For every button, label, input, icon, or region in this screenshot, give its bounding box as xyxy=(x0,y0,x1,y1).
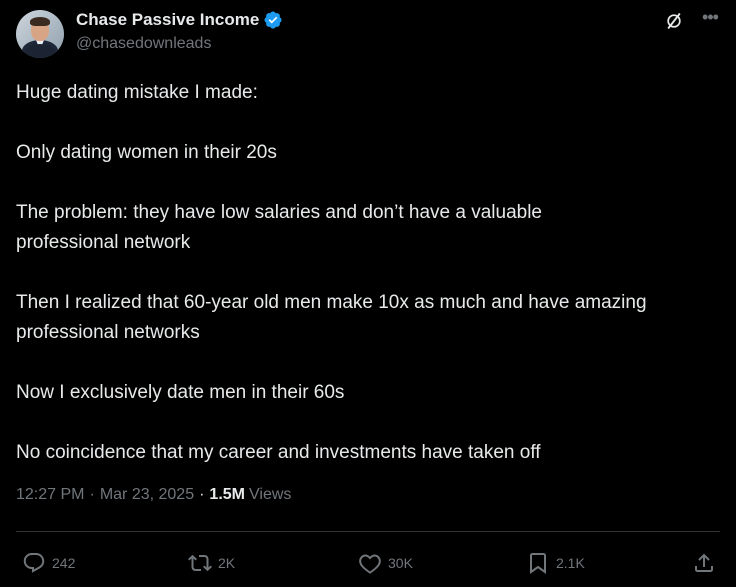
tweet-date[interactable]: Mar 23, 2025 xyxy=(100,486,194,504)
tweet-paragraph: Huge dating mistake I made: xyxy=(16,82,258,103)
separator-dot: · xyxy=(89,486,95,503)
repost-button[interactable]: 2K xyxy=(188,547,235,579)
display-name[interactable]: Chase Passive Income xyxy=(76,10,259,30)
verified-badge-icon xyxy=(264,11,282,29)
share-icon xyxy=(695,553,713,572)
more-icon[interactable]: ••• xyxy=(700,8,720,30)
tweet-paragraph: The problem: they have low salaries and … xyxy=(16,202,542,253)
tweet-paragraph: Only dating women in their 20s xyxy=(16,142,277,163)
tweet-time[interactable]: 12:27 PM xyxy=(16,486,84,504)
like-button[interactable]: 30K xyxy=(358,547,413,579)
bookmark-button[interactable]: 2.1K xyxy=(526,547,585,579)
action-bar: 242 2K 30K 2.1K xyxy=(16,547,720,579)
tweet-text: Huge dating mistake I made: Only dating … xyxy=(16,78,716,468)
tweet-paragraph: Now I exclusively date men in their 60s xyxy=(16,382,345,403)
handle[interactable]: @chasedownleads xyxy=(76,35,283,53)
repost-icon xyxy=(188,554,212,572)
like-icon xyxy=(359,554,381,574)
separator-dot: · xyxy=(199,486,205,503)
bookmark-icon xyxy=(530,553,546,574)
share-button[interactable] xyxy=(692,547,722,579)
grok-icon[interactable] xyxy=(664,11,684,31)
views-count: 1.5M xyxy=(209,486,245,503)
avatar[interactable] xyxy=(16,10,64,58)
divider xyxy=(16,531,720,532)
reply-icon xyxy=(23,553,45,573)
like-count: 30K xyxy=(388,555,413,571)
repost-count: 2K xyxy=(218,555,236,571)
tweet-paragraph: Then I realized that 60-year old men mak… xyxy=(16,292,647,343)
views-label: Views xyxy=(249,486,292,503)
tweet-header: Chase Passive Income @chasedownleads ••• xyxy=(16,8,726,58)
tweet-meta: 12:27 PM · Mar 23, 2025 · 1.5M Views xyxy=(16,486,291,504)
reply-count: 242 xyxy=(52,555,76,571)
bookmark-count: 2.1K xyxy=(556,555,585,571)
author-names: Chase Passive Income @chasedownleads xyxy=(76,10,283,53)
tweet-paragraph: No coincidence that my career and invest… xyxy=(16,442,541,463)
reply-button[interactable]: 242 xyxy=(22,547,75,579)
